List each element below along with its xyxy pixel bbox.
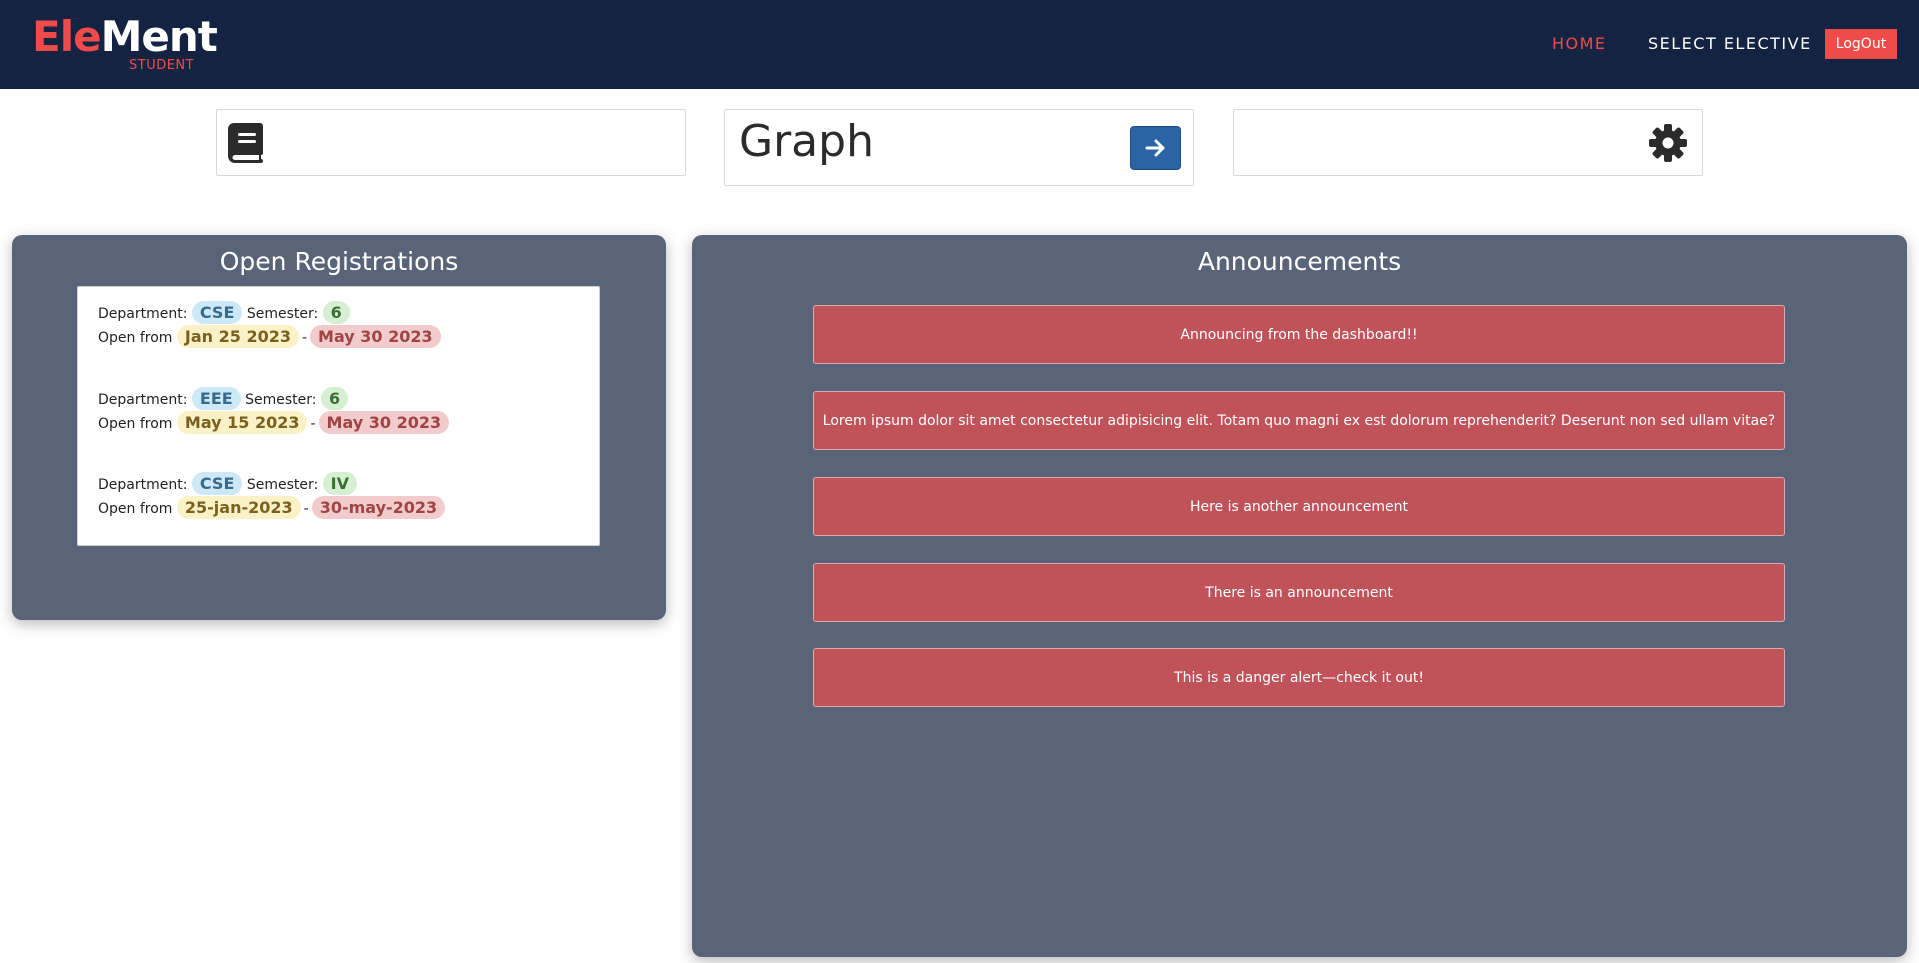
announcement-alert: There is an announcement [813,563,1785,622]
nav-link-select-elective[interactable]: SELECT ELECTIVE [1648,34,1812,53]
registration-dates-row: Open from 25-jan-2023-30-may-2023 [98,496,446,519]
close-date-badge: 30-may-2023 [311,496,446,519]
registration-dept-row: Department: EEE Semester: 6 [98,387,349,410]
department-badge: EEE [191,387,241,410]
semester-label: Semester: [246,477,319,493]
nav-link-home[interactable]: HOME [1552,34,1607,53]
brand-part-ment: Ment [100,12,218,61]
open-registrations-panel: Open Registrations Department: CSE Semes… [12,235,666,620]
department-badge: CSE [191,472,243,495]
logout-button[interactable]: LogOut [1825,29,1897,59]
graph-card-title: Graph [739,116,874,167]
department-label: Department: [98,392,188,408]
registrations-list: Department: CSE Semester: 6 Open from Ja… [77,286,600,546]
semester-label: Semester: [245,392,317,408]
graph-card: Graph [724,109,1194,186]
book-icon [228,123,263,163]
arrow-right-icon [1145,139,1165,157]
announcement-alert: Announcing from the dashboard!! [813,305,1785,364]
open-date-badge: Jan 25 2023 [176,325,299,348]
announcement-alert: Here is another announcement [813,477,1785,536]
announcement-alert: Lorem ipsum dolor sit amet consectetur a… [813,391,1785,450]
announcements-title: Announcements [1197,247,1402,276]
semester-label: Semester: [246,306,319,322]
open-from-label: Open from [98,330,173,346]
registration-dates-row: Open from May 15 2023- May 30 2023 [98,411,450,434]
settings-card[interactable] [1233,109,1703,176]
top-navbar: EleMent STUDENT HOME SELECT ELECTIVE Log… [0,0,1919,89]
registration-dept-row: Department: CSE Semester: 6 [98,301,350,324]
close-date-badge: May 30 2023 [310,325,441,348]
brand-subtitle: STUDENT [129,58,195,73]
book-card[interactable] [216,109,686,176]
department-label: Department: [98,306,188,322]
graph-open-button[interactable] [1130,126,1181,170]
open-date-badge: 25-jan-2023 [176,496,301,519]
gear-icon [1649,124,1687,162]
announcements-panel: Announcements Announcing from the dashbo… [692,235,1907,957]
registration-dates-row: Open from Jan 25 2023- May 30 2023 [98,325,441,348]
open-from-label: Open from [98,501,173,517]
open-date-badge: May 15 2023 [176,411,308,434]
brand-logo[interactable]: EleMent [32,12,218,61]
semester-badge: 6 [322,301,350,324]
open-registrations-title: Open Registrations [219,247,459,276]
department-badge: CSE [191,301,243,324]
open-from-label: Open from [98,416,173,432]
date-separator: - [303,501,309,517]
date-separator: - [301,330,308,346]
registration-dept-row: Department: CSE Semester: IV [98,472,358,495]
date-separator: - [310,416,316,432]
close-date-badge: May 30 2023 [318,411,450,434]
announcement-alert: This is a danger alert—check it out! [813,648,1785,707]
brand-part-ele: Ele [32,12,102,61]
department-label: Department: [98,477,188,493]
semester-badge: 6 [320,387,349,410]
semester-badge: IV [322,472,358,495]
